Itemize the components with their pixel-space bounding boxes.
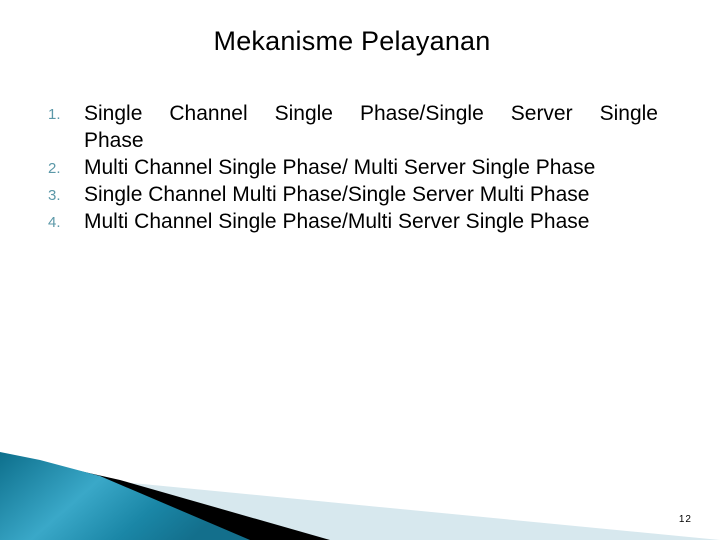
list-number: 1. bbox=[48, 106, 61, 123]
list-number: 2. bbox=[48, 160, 61, 177]
page-number: 12 bbox=[678, 514, 692, 525]
list-number: 3. bbox=[48, 187, 61, 204]
list-item: 4. Multi Channel Single Phase/Multi Serv… bbox=[48, 208, 698, 235]
list-item-text: Multi Channel Single Phase/Multi Server … bbox=[84, 210, 590, 233]
mechanism-list: 1. Single Channel Single Phase/Single Se… bbox=[48, 100, 698, 235]
list-item: 2. Multi Channel Single Phase/ Multi Ser… bbox=[48, 154, 698, 181]
list-item: 1. Single Channel Single Phase/Single Se… bbox=[48, 100, 658, 154]
list-item-text: Multi Channel Single Phase/ Multi Server… bbox=[84, 156, 596, 179]
list-number: 4. bbox=[48, 214, 61, 231]
list-item-text: Single Channel Single Phase/Single Serve… bbox=[84, 102, 658, 152]
list-item: 3. Single Channel Multi Phase/Single Ser… bbox=[48, 181, 698, 208]
decorative-swoosh bbox=[0, 452, 720, 540]
slide-title: Mekanisme Pelayanan bbox=[213, 26, 491, 56]
list-item-text: Single Channel Multi Phase/Single Server… bbox=[84, 183, 590, 206]
